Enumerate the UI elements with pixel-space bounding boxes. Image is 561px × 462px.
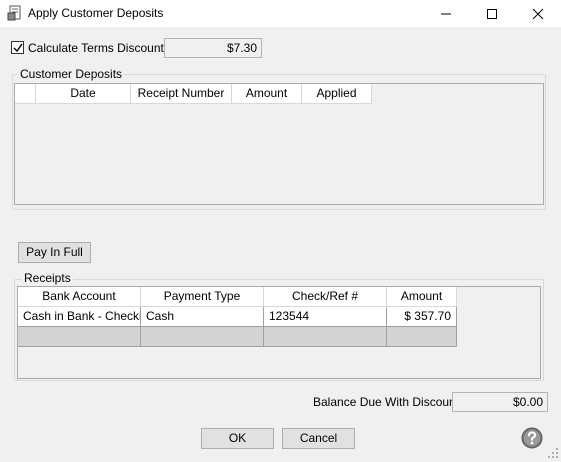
checkmark-icon bbox=[13, 43, 23, 53]
cancel-button[interactable]: Cancel bbox=[282, 428, 355, 449]
maximize-button[interactable] bbox=[469, 0, 515, 27]
new-row-payment-type-cell[interactable] bbox=[141, 327, 264, 347]
app-document-icon bbox=[7, 5, 23, 21]
deposits-col-date[interactable]: Date bbox=[36, 84, 131, 104]
ok-button[interactable]: OK bbox=[201, 428, 274, 449]
resize-grip-icon[interactable] bbox=[547, 447, 559, 459]
help-icon[interactable] bbox=[521, 427, 543, 449]
new-row-bank-account-cell[interactable] bbox=[18, 327, 141, 347]
receipt-payment-type-cell[interactable]: Cash bbox=[141, 307, 264, 327]
receipts-grid[interactable]: Bank Account Payment Type Check/Ref # Am… bbox=[17, 286, 541, 379]
minimize-button[interactable] bbox=[423, 0, 469, 27]
balance-due-label: Balance Due With Discount bbox=[313, 395, 460, 409]
receipt-check-ref-cell[interactable]: 123544 bbox=[264, 307, 387, 327]
new-row-amount-cell[interactable] bbox=[387, 327, 457, 347]
receipts-col-payment-type[interactable]: Payment Type bbox=[141, 287, 264, 307]
deposits-col-applied[interactable]: Applied bbox=[302, 84, 372, 104]
receipts-col-check-ref[interactable]: Check/Ref # bbox=[264, 287, 387, 307]
deposits-col-amount[interactable]: Amount bbox=[232, 84, 302, 104]
receipts-col-amount[interactable]: Amount bbox=[387, 287, 457, 307]
pay-in-full-button[interactable]: Pay In Full bbox=[18, 242, 91, 263]
deposits-col-receipt-number[interactable]: Receipt Number bbox=[131, 84, 232, 104]
terms-discount-field: $7.30 bbox=[164, 38, 262, 58]
receipt-bank-account-cell[interactable]: Cash in Bank - Checki bbox=[18, 307, 141, 327]
calc-terms-label[interactable]: Calculate Terms Discount bbox=[28, 41, 164, 55]
receipts-label: Receipts bbox=[22, 271, 73, 285]
window-title: Apply Customer Deposits bbox=[28, 6, 164, 20]
balance-due-field: $0.00 bbox=[452, 392, 548, 412]
new-row-check-ref-cell[interactable] bbox=[264, 327, 387, 347]
deposits-row-header[interactable] bbox=[15, 84, 36, 104]
close-button[interactable] bbox=[515, 0, 561, 27]
receipts-col-bank-account[interactable]: Bank Account bbox=[18, 287, 141, 307]
customer-deposits-label: Customer Deposits bbox=[18, 67, 125, 81]
title-bar: Apply Customer Deposits bbox=[0, 0, 561, 27]
deposits-grid[interactable]: Date Receipt Number Amount Applied bbox=[14, 83, 544, 205]
receipt-amount-cell[interactable]: $ 357.70 bbox=[387, 307, 457, 327]
calc-terms-checkbox[interactable] bbox=[11, 41, 24, 54]
